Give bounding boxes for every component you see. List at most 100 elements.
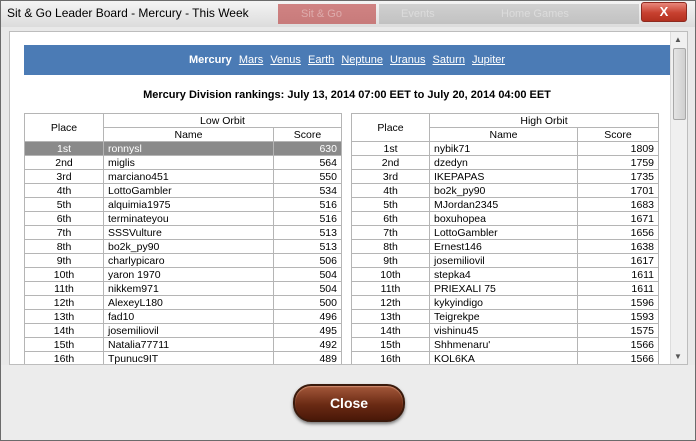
background-tab-sitgo-label: Sit & Go xyxy=(301,8,342,20)
score-cell: 550 xyxy=(273,169,342,184)
table-row: 14th vishinu45 1575 xyxy=(351,323,660,338)
score-cell: 489 xyxy=(273,351,342,364)
table-row: 6th boxuhopea 1671 xyxy=(351,211,660,226)
nav-link-uranus[interactable]: Uranus xyxy=(390,54,425,66)
name-cell: kykyindigo xyxy=(429,295,578,310)
high-name-header: Name xyxy=(429,127,578,142)
place-cell: 12th xyxy=(24,295,104,310)
low-orbit-title: Low Orbit xyxy=(103,113,342,128)
low-orbit-rows: 1st ronnysl 630 2nd miglis 564 3rd marciano451 5… xyxy=(24,141,342,364)
place-cell: 10th xyxy=(24,267,104,282)
scrollbar-thumb[interactable] xyxy=(673,48,686,120)
place-cell: 14th xyxy=(351,323,430,338)
place-cell: 2nd xyxy=(24,155,104,170)
nav-current-mercury: Mercury xyxy=(188,54,232,66)
name-cell: yaron 1970 xyxy=(103,267,274,282)
high-place-header: Place xyxy=(351,113,430,142)
leaderboard-window: Sit & Go Leader Board - Mercury - This W… xyxy=(0,0,696,441)
table-row: 15th Natalia77711 492 xyxy=(24,337,342,352)
table-row: 8th bo2k_py90 513 xyxy=(24,239,342,254)
name-cell: vishinu45 xyxy=(429,323,578,338)
place-cell: 8th xyxy=(24,239,104,254)
table-row: 15th Shhmenaru' 1566 xyxy=(351,337,660,352)
close-icon: X xyxy=(659,4,669,19)
table-row: 4th LottoGambler 534 xyxy=(24,183,342,198)
name-cell: bo2k_py90 xyxy=(429,183,578,198)
score-cell: 1759 xyxy=(576,155,660,170)
place-cell: 5th xyxy=(24,197,104,212)
score-cell: 496 xyxy=(273,309,342,324)
place-cell: 2nd xyxy=(351,155,430,170)
table-row: 11th PRIEXALI 75 1611 xyxy=(351,281,660,296)
score-cell: 1735 xyxy=(576,169,660,184)
score-cell: 504 xyxy=(273,267,342,282)
name-cell: MJordan2345 xyxy=(429,197,578,212)
name-cell: AlexeyL180 xyxy=(103,295,274,310)
low-name-header: Name xyxy=(103,127,274,142)
close-button[interactable]: Close xyxy=(293,384,405,422)
title-bar[interactable]: Sit & Go Leader Board - Mercury - This W… xyxy=(1,1,695,27)
vertical-scrollbar[interactable]: ▲ ▼ xyxy=(670,32,687,364)
nav-link-earth[interactable]: Earth xyxy=(308,54,334,66)
scroll-down-icon[interactable]: ▼ xyxy=(674,352,682,361)
place-cell: 3rd xyxy=(24,169,104,184)
table-row: 16th KOL6KA 1566 xyxy=(351,351,660,364)
place-cell: 3rd xyxy=(351,169,430,184)
background-tab-events-label: Events xyxy=(401,8,435,20)
table-row: 8th Ernest146 1638 xyxy=(351,239,660,254)
place-cell: 11th xyxy=(24,281,104,296)
low-score-header: Score xyxy=(273,127,342,142)
score-cell: 500 xyxy=(273,295,342,310)
name-cell: SSSVulture xyxy=(103,225,274,240)
score-cell: 1809 xyxy=(576,141,660,156)
table-row: 5th MJordan2345 1683 xyxy=(351,197,660,212)
place-cell: 9th xyxy=(24,253,104,268)
score-cell: 1611 xyxy=(576,281,660,296)
name-cell: LottoGambler xyxy=(429,225,578,240)
table-row: 3rd marciano451 550 xyxy=(24,169,342,184)
name-cell: charlypicaro xyxy=(103,253,274,268)
table-row: 14th josemiliovil 495 xyxy=(24,323,342,338)
place-cell: 5th xyxy=(351,197,430,212)
score-cell: 506 xyxy=(273,253,342,268)
place-cell: 16th xyxy=(351,351,430,364)
nav-link-jupiter[interactable]: Jupiter xyxy=(472,54,505,66)
score-cell: 513 xyxy=(273,239,342,254)
name-cell: ronnysl xyxy=(103,141,274,156)
table-row: 4th bo2k_py90 1701 xyxy=(351,183,660,198)
table-row: 16th Tpunuc9IT 489 xyxy=(24,351,342,364)
low-orbit-table: Place Low Orbit Name Score 1st ronnysl 630… xyxy=(24,113,342,364)
scroll-up-icon[interactable]: ▲ xyxy=(674,35,682,44)
name-cell: nybik71 xyxy=(429,141,578,156)
name-cell: PRIEXALI 75 xyxy=(429,281,578,296)
low-place-header: Place xyxy=(24,113,104,142)
place-cell: 4th xyxy=(351,183,430,198)
background-tab-home-label: Home Games xyxy=(501,8,569,20)
table-row: 5th alquimia1975 516 xyxy=(24,197,342,212)
name-cell: terminateyou xyxy=(103,211,274,226)
window-close-button[interactable]: X xyxy=(641,2,687,22)
score-cell: 1638 xyxy=(576,239,660,254)
name-cell: Tpunuc9IT xyxy=(103,351,274,364)
rankings-heading: Mercury Division rankings: July 13, 2014… xyxy=(143,89,551,101)
nav-link-neptune[interactable]: Neptune xyxy=(341,54,383,66)
place-cell: 9th xyxy=(351,253,430,268)
high-score-header: Score xyxy=(576,127,660,142)
nav-link-mars[interactable]: Mars xyxy=(239,54,263,66)
name-cell: LottoGambler xyxy=(103,183,274,198)
name-cell: josemiliovil xyxy=(103,323,274,338)
table-row: 12th kykyindigo 1596 xyxy=(351,295,660,310)
name-cell: stepka4 xyxy=(429,267,578,282)
place-cell: 12th xyxy=(351,295,430,310)
nav-link-saturn[interactable]: Saturn xyxy=(433,54,465,66)
place-cell: 6th xyxy=(351,211,430,226)
score-cell: 630 xyxy=(273,141,342,156)
table-row: 1st ronnysl 630 xyxy=(24,141,342,156)
name-cell: KOL6KA xyxy=(429,351,578,364)
score-cell: 1566 xyxy=(576,351,660,364)
division-nav: Mercury Mars Venus Earth Neptune Uranus … xyxy=(24,45,670,75)
table-row: 3rd IKEPAPAS 1735 xyxy=(351,169,660,184)
nav-link-venus[interactable]: Venus xyxy=(270,54,301,66)
place-cell: 11th xyxy=(351,281,430,296)
place-cell: 1st xyxy=(24,141,104,156)
